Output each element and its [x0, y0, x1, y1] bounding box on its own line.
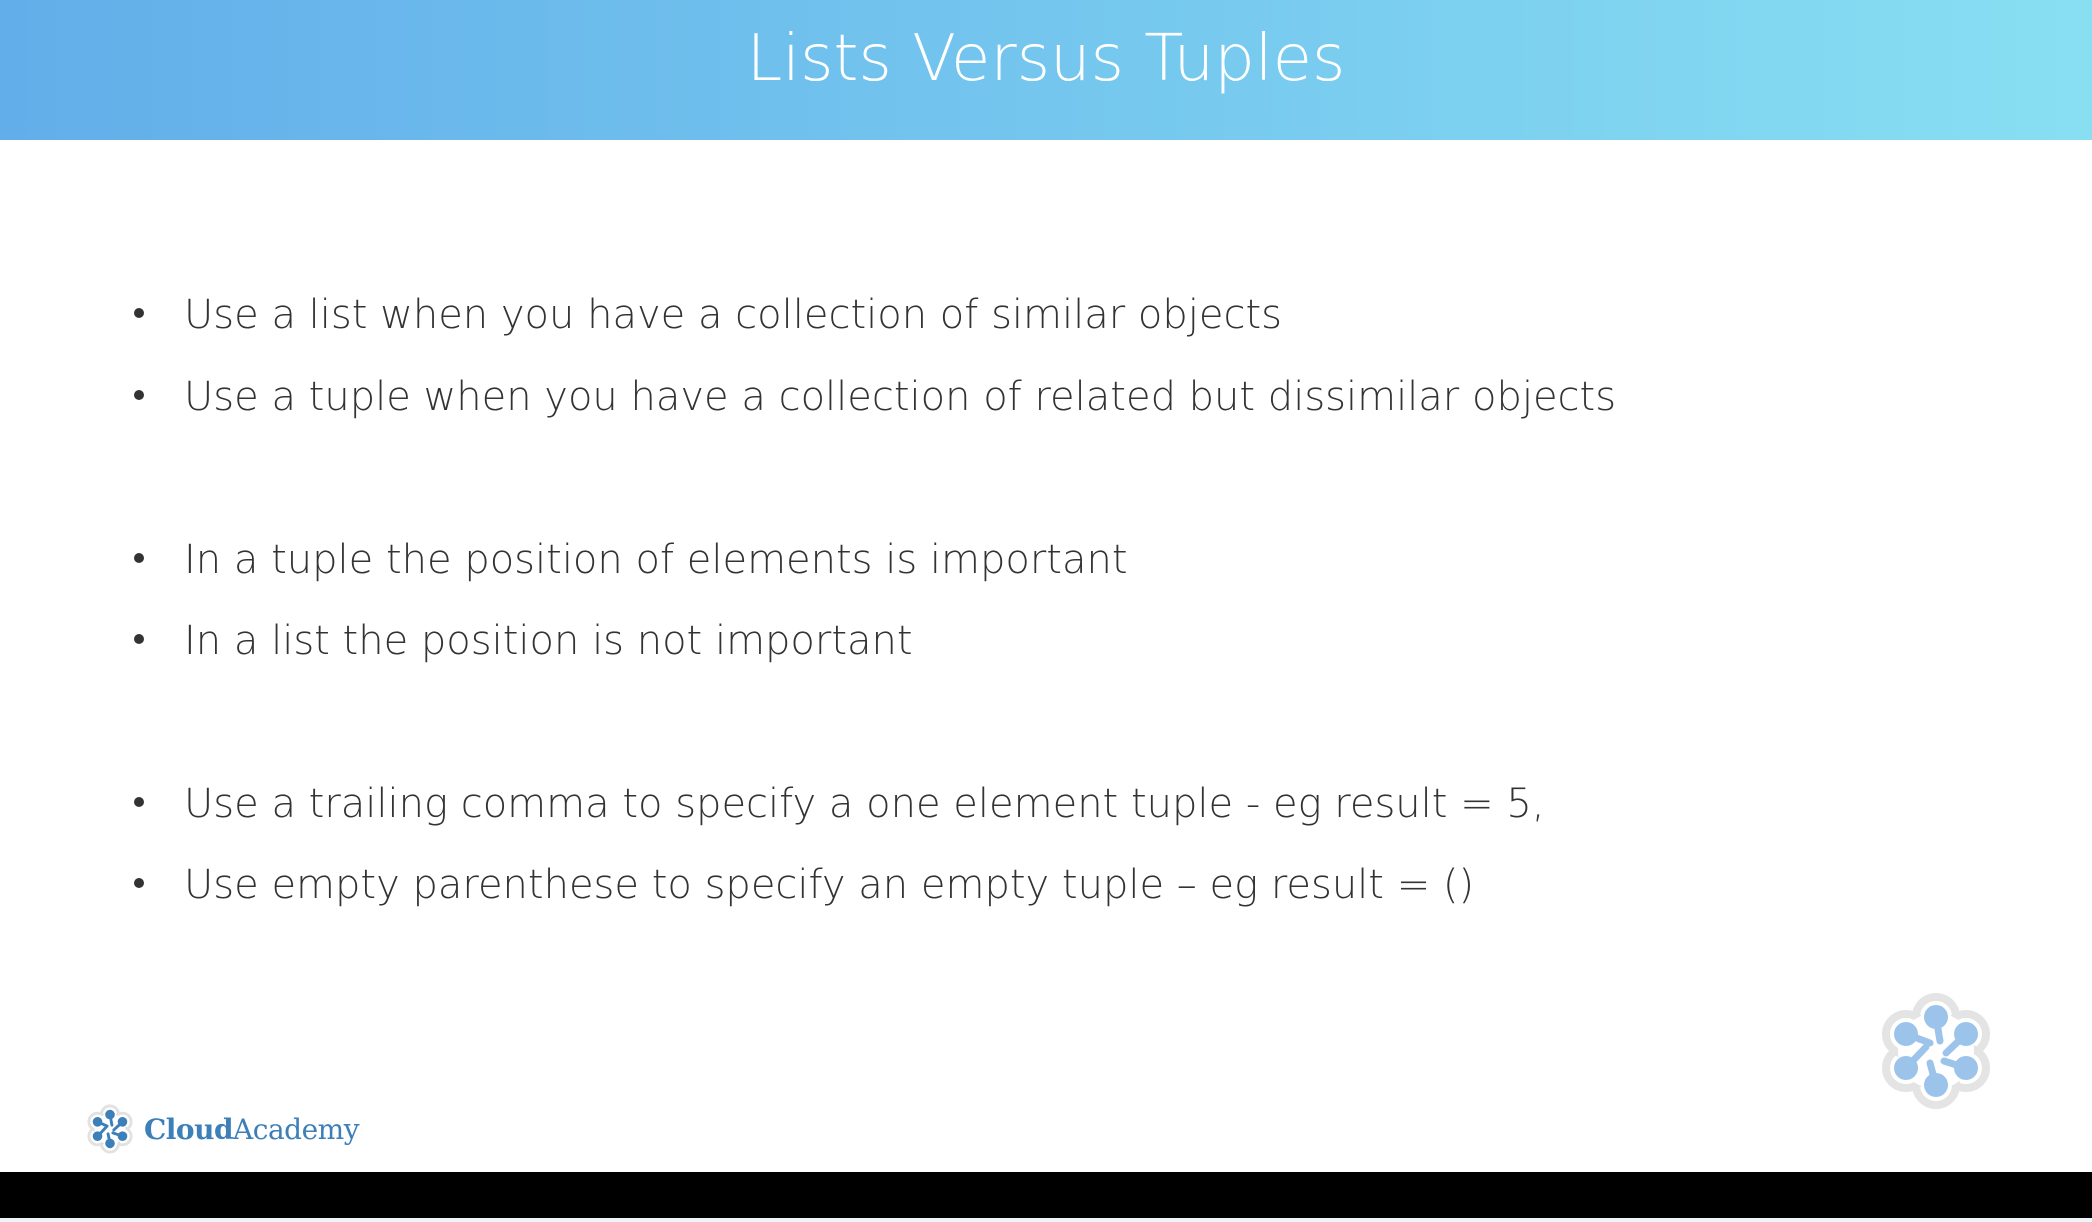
bullet-dot-icon	[134, 878, 144, 888]
bullet-text: Use a tuple when you have a collection o…	[184, 374, 1617, 420]
bullet-item: Use a tuple when you have a collection o…	[134, 374, 1616, 420]
bullet-item: In a tuple the position of elements is i…	[134, 537, 1128, 583]
bullet-dot-icon	[134, 797, 144, 807]
bullet-item: Use a trailing comma to specify a one el…	[134, 781, 1545, 827]
cloudacademy-brand: CloudAcademy	[86, 1104, 360, 1154]
bullet-dot-icon	[134, 390, 144, 400]
brand-name: CloudAcademy	[144, 1112, 360, 1146]
bullet-text: Use a trailing comma to specify a one el…	[184, 781, 1545, 827]
bullet-dot-icon	[134, 308, 144, 318]
bullet-item: In a list the position is not important	[134, 618, 913, 664]
bullet-dot-icon	[134, 553, 144, 563]
bullet-text: In a tuple the position of elements is i…	[184, 537, 1128, 583]
slide-header: Lists Versus Tuples	[0, 0, 2092, 140]
bottom-strip	[0, 1218, 2092, 1222]
brand-name-bold: Cloud	[144, 1112, 234, 1146]
cloudacademy-logo-icon	[1880, 992, 1992, 1114]
letterbox-bar	[0, 1172, 2092, 1218]
bullet-text: In a list the position is not important	[184, 618, 913, 664]
slide-title: Lists Versus Tuples	[746, 22, 1346, 96]
brand-name-rest: Academy	[233, 1112, 360, 1146]
cloudacademy-small-logo-icon	[87, 1104, 133, 1154]
bullet-text: Use empty parenthese to specify an empty…	[184, 862, 1475, 908]
bullet-item: Use a list when you have a collection of…	[134, 292, 1282, 338]
bullet-text: Use a list when you have a collection of…	[184, 292, 1282, 338]
bullet-item: Use empty parenthese to specify an empty…	[134, 862, 1474, 908]
bullet-dot-icon	[134, 634, 144, 644]
